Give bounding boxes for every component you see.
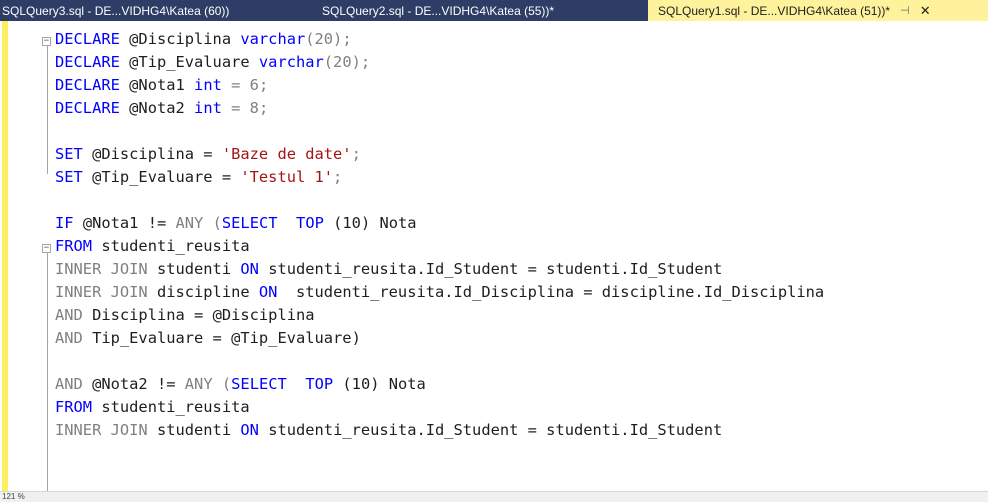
code-line: AND @Nota2 != ANY (SELECT TOP (10) Nota — [55, 375, 426, 393]
code-line: SET @Disciplina = 'Baze de date'; — [55, 145, 361, 163]
fold-line — [47, 46, 48, 174]
code-line: DECLARE @Tip_Evaluare varchar(20); — [55, 53, 371, 71]
code-line: FROM studenti_reusita — [55, 398, 250, 416]
code-line: AND Tip_Evaluare = @Tip_Evaluare) — [55, 329, 361, 347]
pin-icon[interactable]: ⊣ — [900, 4, 910, 17]
tab-sqlquery2[interactable]: SQLQuery2.sql - DE...VIDHG4\Katea (55))* — [320, 0, 648, 21]
document-tab-bar: SQLQuery3.sql - DE...VIDHG4\Katea (60)) … — [0, 0, 988, 21]
collapse-icon[interactable]: − — [42, 37, 51, 46]
tab-sqlquery1[interactable]: SQLQuery1.sql - DE...VIDHG4\Katea (51))*… — [648, 0, 988, 21]
tab-label: SQLQuery2.sql - DE...VIDHG4\Katea (55))* — [322, 3, 555, 18]
code-line: DECLARE @Nota1 int = 6; — [55, 76, 269, 94]
fold-line — [47, 253, 48, 491]
code-line: INNER JOIN discipline ON studenti_reusit… — [55, 283, 825, 301]
code-line: DECLARE @Disciplina varchar(20); — [55, 30, 352, 48]
editor-status-bar: 121 % — [0, 491, 988, 502]
change-tracking-margin — [2, 21, 8, 491]
code-line: INNER JOIN studenti ON studenti_reusita.… — [55, 421, 723, 439]
tab-label: SQLQuery1.sql - DE...VIDHG4\Katea (51))* — [658, 3, 891, 18]
collapse-icon[interactable]: − — [42, 244, 51, 253]
code-line: SET @Tip_Evaluare = 'Testul 1'; — [55, 168, 343, 186]
code-line: IF @Nota1 != ANY (SELECT TOP (10) Nota — [55, 214, 417, 232]
code-line: FROM studenti_reusita — [55, 237, 250, 255]
close-icon[interactable]: ✕ — [920, 3, 931, 19]
query-editor[interactable]: − − DECLARE @Disciplina varchar(20); DEC… — [0, 21, 988, 491]
tab-label: SQLQuery3.sql - DE...VIDHG4\Katea (60)) — [2, 3, 230, 18]
code-line: AND Disciplina = @Disciplina — [55, 306, 315, 324]
code-line: INNER JOIN studenti ON studenti_reusita.… — [55, 260, 723, 278]
code-area[interactable]: DECLARE @Disciplina varchar(20); DECLARE… — [55, 28, 824, 442]
tab-sqlquery3[interactable]: SQLQuery3.sql - DE...VIDHG4\Katea (60)) — [0, 0, 320, 21]
code-line: DECLARE @Nota2 int = 8; — [55, 99, 269, 117]
zoom-level[interactable]: 121 % — [2, 492, 25, 501]
